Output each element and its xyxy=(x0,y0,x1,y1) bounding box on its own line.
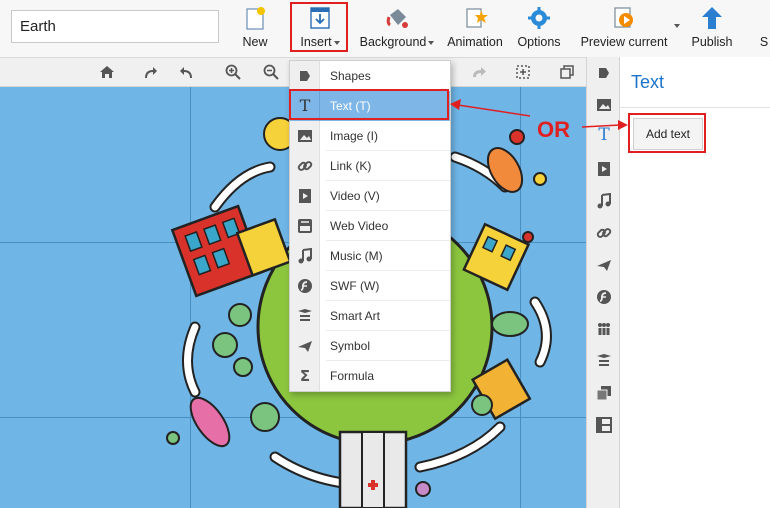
add-text-highlight-box xyxy=(628,113,706,153)
menu-item-label: Link (K) xyxy=(330,159,372,173)
link-icon xyxy=(297,161,313,171)
redo-rotate-icon[interactable] xyxy=(141,63,159,81)
truncated-label: S xyxy=(759,35,769,49)
undo-rotate-icon[interactable] xyxy=(178,63,196,81)
symbol-icon xyxy=(298,341,312,352)
panel-divider xyxy=(620,107,770,108)
insert-side-toolbar: T xyxy=(586,57,620,508)
menu-item-label: SWF (W) xyxy=(330,279,380,293)
options-label: Options xyxy=(517,35,561,49)
youtube-icon xyxy=(298,219,312,233)
project-title-input[interactable] xyxy=(11,10,219,43)
preview-dropdown-icon[interactable] xyxy=(674,24,680,28)
redo-arrow-icon[interactable] xyxy=(470,63,488,81)
layout-icon[interactable] xyxy=(596,417,612,433)
video-icon[interactable] xyxy=(596,161,612,177)
paint-bucket-icon xyxy=(386,9,408,28)
menu-item-label: Music (M) xyxy=(330,249,383,263)
smart-art-icon xyxy=(298,309,312,321)
zoom-out-icon[interactable] xyxy=(262,63,280,81)
truncated-icon xyxy=(758,5,770,31)
publish-button[interactable]: Publish xyxy=(688,3,736,55)
menu-item-image[interactable]: Image (I) xyxy=(290,121,450,151)
new-button[interactable]: New xyxy=(237,3,273,55)
menu-item-label: Symbol xyxy=(330,339,371,353)
preview-current-label: Preview current xyxy=(580,35,668,49)
image-icon[interactable] xyxy=(596,97,612,113)
animation-label: Animation xyxy=(447,35,503,49)
animation-button[interactable]: Animation xyxy=(444,3,506,55)
publish-label: Publish xyxy=(691,35,733,49)
insert-highlight-box xyxy=(290,2,348,52)
zoom-in-icon[interactable] xyxy=(224,63,242,81)
menu-item-label: Image (I) xyxy=(330,129,379,143)
image-icon xyxy=(298,130,312,142)
panel-title: Text xyxy=(631,72,665,92)
menu-item-formula[interactable]: Σ Formula xyxy=(290,361,450,391)
preview-play-icon xyxy=(614,7,633,28)
formula-icon: Σ xyxy=(299,367,311,385)
animation-icon xyxy=(466,8,488,28)
home-icon[interactable] xyxy=(98,63,116,81)
video-icon xyxy=(299,189,311,203)
people-icon[interactable] xyxy=(596,321,612,337)
new-file-icon xyxy=(246,7,265,30)
copy-frame-icon[interactable] xyxy=(558,63,576,81)
menu-item-video[interactable]: Video (V) xyxy=(290,181,450,211)
menu-item-label: Video (V) xyxy=(330,189,380,203)
swf-icon[interactable] xyxy=(596,289,612,305)
menu-item-music[interactable]: Music (M) xyxy=(290,241,450,271)
shapes-icon xyxy=(300,71,310,81)
menu-item-link[interactable]: Link (K) xyxy=(290,151,450,181)
text-item-highlight-box xyxy=(289,89,449,120)
menu-item-label: Smart Art xyxy=(330,309,381,323)
gear-icon xyxy=(528,7,550,29)
shapes-icon[interactable] xyxy=(596,65,612,81)
menu-item-web-video[interactable]: Web Video xyxy=(290,211,450,241)
chevron-down-icon xyxy=(428,40,435,45)
menu-item-symbol[interactable]: Symbol xyxy=(290,331,450,361)
text-tool-icon[interactable]: T xyxy=(596,127,612,144)
background-button[interactable]: Background xyxy=(356,3,438,55)
swf-icon xyxy=(298,279,312,293)
options-button[interactable]: Options xyxy=(514,3,564,55)
background-label: Background xyxy=(359,35,427,49)
truncated-toolbar-button[interactable]: S xyxy=(758,3,770,55)
music-icon xyxy=(298,248,312,264)
menu-item-label: Formula xyxy=(330,369,375,383)
or-annotation: OR xyxy=(537,117,570,142)
plane-symbol-icon[interactable] xyxy=(596,257,612,273)
menu-item-smart-art[interactable]: Smart Art xyxy=(290,301,450,331)
menu-item-label: Shapes xyxy=(330,69,371,83)
menu-item-shapes[interactable]: Shapes xyxy=(290,61,450,91)
link-icon[interactable] xyxy=(596,225,612,241)
publish-arrow-icon xyxy=(702,7,722,29)
layers-icon[interactable] xyxy=(596,385,612,401)
frame-select-icon[interactable] xyxy=(514,63,532,81)
music-icon[interactable] xyxy=(596,193,612,209)
menu-item-label: Web Video xyxy=(330,219,389,233)
menu-item-swf[interactable]: SWF (W) xyxy=(290,271,450,301)
smart-art-icon[interactable] xyxy=(596,353,612,369)
new-label: New xyxy=(242,35,268,49)
preview-current-button[interactable]: Preview current xyxy=(576,3,672,55)
